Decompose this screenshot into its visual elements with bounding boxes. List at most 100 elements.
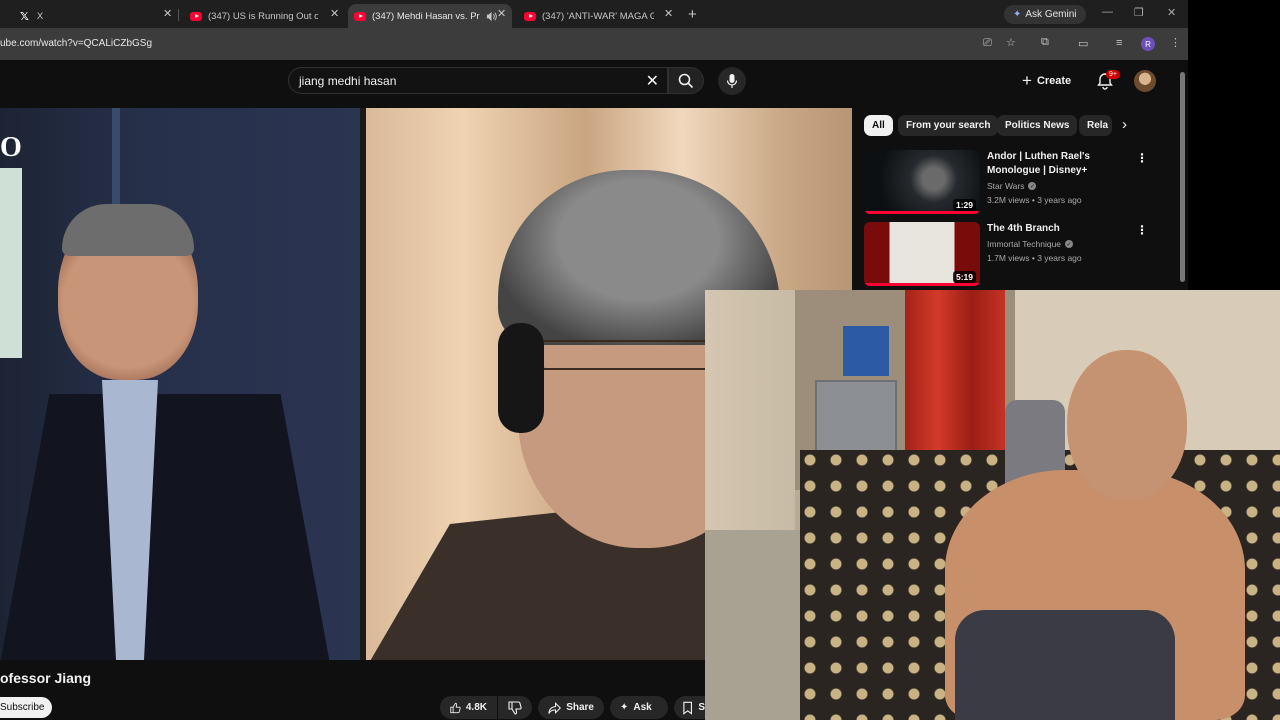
streamer-shorts [955,610,1175,720]
close-tab-icon[interactable]: ✕ [664,8,673,20]
recommendation-channel[interactable]: Star Wars ✓ [987,181,1037,191]
tab-title: (347) Mehdi Hasan vs. Profe [372,10,480,22]
host-hair [62,204,194,256]
search-input[interactable]: jiang medhi hasan ✕ [288,67,668,94]
recommendation-meta: 3.2M views • 3 years ago [987,195,1082,205]
profile-avatar[interactable]: R [1141,37,1155,51]
ask-button[interactable]: ✦ Ask [610,696,668,719]
left-video-pane: O [0,108,360,660]
account-avatar[interactable] [1134,70,1156,92]
chip-from-your-search[interactable]: From your search [898,115,999,136]
video-thumbnail[interactable]: 5:19 [864,222,980,286]
chevron-right-icon[interactable]: › [1122,116,1127,133]
verified-check-icon: ✓ [1028,182,1037,190]
save-button[interactable]: S [674,696,705,719]
chip-label: All [872,120,885,131]
thumbs-down-icon [508,700,522,715]
blue-box [843,326,889,376]
screen-margin [1188,0,1280,290]
share-label: Share [566,702,594,713]
host-suit [0,394,330,660]
tab-x[interactable]: 𝕏 X [14,4,164,28]
recommendation-channel[interactable]: Immortal Technique ✓ [987,239,1074,249]
clear-search-icon[interactable]: ✕ [646,71,659,91]
background-screen [0,168,22,358]
bookmark-icon [683,701,693,715]
minimize-icon[interactable]: — [1102,6,1113,18]
channel-name: Star Wars [987,181,1025,191]
recommendation-title[interactable]: The 4th Branch [987,222,1125,236]
tab-title: X [36,10,44,22]
chip-label: Politics News [1005,120,1070,131]
streamer-head [1067,350,1187,500]
like-button[interactable]: 4.8K [440,696,497,719]
close-tab-icon[interactable]: ✕ [497,8,506,20]
chip-politics-news[interactable]: Politics News [997,115,1078,136]
x-logo-icon: 𝕏 [20,10,29,23]
voice-search-button[interactable] [718,67,746,95]
tab-separator [178,9,179,21]
extensions-icon[interactable]: ⧉ [1041,36,1049,49]
duration-badge: 1:29 [952,199,976,211]
ask-gemini-label: Ask Gemini [1025,9,1077,20]
url-field[interactable]: ube.com/watch?v=QCALiCZbGSg [0,38,152,49]
gemini-sparkle-icon: ✦ [1013,9,1022,20]
tab-us-running-out[interactable]: (347) US is Running Out of Am [184,4,324,28]
watch-progress-bar [864,211,980,214]
subscribe-button[interactable]: Subscribe [0,697,53,718]
more-options-icon[interactable]: ⋮ [1136,152,1148,164]
create-label: Create [1036,75,1072,87]
more-options-icon[interactable]: ⋮ [1136,224,1148,236]
like-count: 4.8K [465,702,487,713]
browser-menu-icon[interactable]: ⋮ [1170,36,1181,49]
chip-label: Rela [1087,120,1109,131]
youtube-icon [354,11,366,21]
youtube-icon [524,11,536,21]
youtube-header: jiang medhi hasan ✕ + Create [0,60,1188,108]
guest-headphones [498,323,544,433]
duration-badge: 5:19 [952,271,976,283]
webcam-overlay [705,290,1280,720]
share-icon [548,701,561,714]
dislike-button[interactable] [498,696,532,719]
new-tab-icon[interactable]: + [688,6,697,23]
speaker-icon[interactable] [486,11,497,22]
chip-related[interactable]: Rela [1079,115,1112,136]
ask-gemini-button[interactable]: ✦ Ask Gemini [1004,5,1086,24]
tab-title: (347) 'ANTI-WAR' MAGA Grifter [542,10,654,22]
share-button[interactable]: Share [538,696,604,719]
recommendation-title[interactable]: Andor | Luthen Rael's Monologue | Disney… [987,150,1125,178]
chip-all[interactable]: All [864,115,893,136]
ask-label: Ask [633,702,652,713]
youtube-icon [190,11,202,21]
studio-logo-fragment: O [0,132,22,163]
channel-name: Immortal Technique [987,239,1062,249]
search-button[interactable] [668,67,704,94]
close-tab-icon[interactable]: ✕ [330,8,339,20]
close-window-icon[interactable]: ✕ [1167,6,1176,19]
save-label: S [698,702,705,713]
tab-title: (347) US is Running Out of Am [208,10,318,22]
create-button[interactable]: + Create [1022,70,1071,92]
video-thumbnail[interactable]: 1:29 [864,150,980,214]
verified-check-icon: ✓ [1065,240,1074,248]
maximize-icon[interactable]: ❐ [1134,6,1144,19]
bookmark-star-icon[interactable]: ☆ [1006,36,1016,49]
video-title: ofessor Jiang [0,670,92,686]
subscribe-label: Subscribe [0,702,45,713]
sparkle-icon: ✦ [620,702,629,713]
thumbs-up-icon [450,702,461,713]
search-query[interactable]: jiang medhi hasan [299,74,396,88]
microphone-icon [726,74,738,88]
close-tab-icon[interactable]: ✕ [163,8,172,20]
tab-mehdi-hasan[interactable]: (347) Mehdi Hasan vs. Profe [348,4,512,28]
scrollbar-thumb[interactable] [1180,72,1185,282]
media-controls-icon[interactable]: ≡ [1116,37,1122,49]
install-app-icon[interactable]: ⎚ [983,37,992,50]
split-view-icon[interactable]: ▭ [1078,37,1088,50]
watch-progress-bar [864,283,980,286]
chip-label: From your search [906,120,991,131]
tab-anti-war-maga[interactable]: (347) 'ANTI-WAR' MAGA Grifter [518,4,660,28]
page-scrollbar[interactable] [1179,64,1186,290]
recommendation-meta: 1.7M views • 3 years ago [987,253,1082,263]
